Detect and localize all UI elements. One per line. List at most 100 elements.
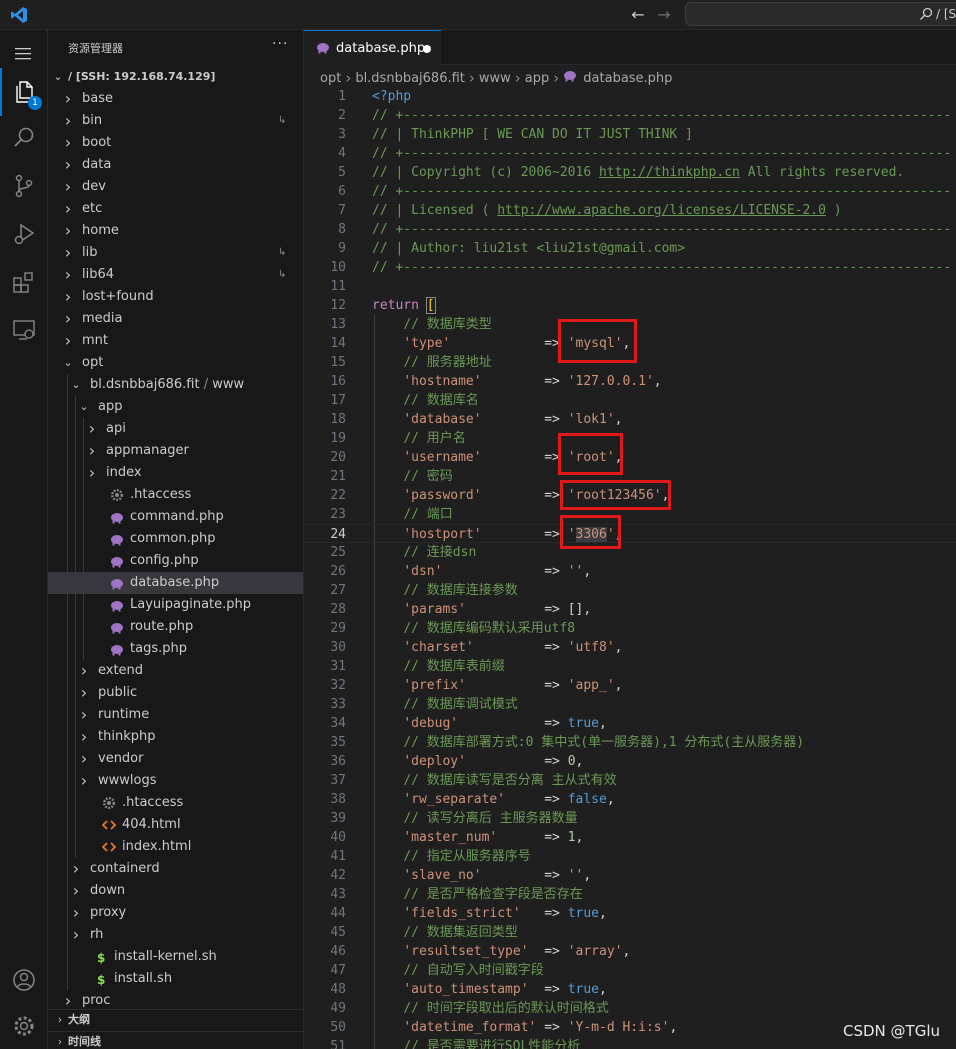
code-line[interactable]: 45 // 数据集返回类型: [304, 923, 956, 942]
timeline-section[interactable]: › 时间线: [48, 1031, 303, 1049]
tree-file[interactable]: database.php: [48, 572, 303, 594]
code-line[interactable]: 9 // | Author: liu21st <liu21st@gmail.com…: [304, 239, 956, 258]
tree-folder[interactable]: › proxy: [48, 902, 303, 924]
tree-folder[interactable]: › lib ↳: [48, 242, 303, 264]
code-line[interactable]: 39 // 读写分离后 主服务器数量: [304, 809, 956, 828]
code-line[interactable]: 42 'slave_no' => '',: [304, 866, 956, 885]
tree-folder[interactable]: › containerd: [48, 858, 303, 880]
tree-folder[interactable]: ⌄ bl.dsnbbaj686.fit / www: [48, 374, 303, 396]
tree-file[interactable]: .htaccess: [48, 484, 303, 506]
tree-file[interactable]: Layuipaginate.php: [48, 594, 303, 616]
code-line[interactable]: 30 'charset' => 'utf8',: [304, 638, 956, 657]
breadcrumb-item[interactable]: database.php: [583, 71, 672, 86]
forward-arrow-icon[interactable]: →: [654, 5, 674, 25]
search-icon[interactable]: [0, 114, 48, 162]
tree-file[interactable]: index.html: [48, 836, 303, 858]
tree-folder[interactable]: › data: [48, 154, 303, 176]
workspace-root[interactable]: ⌄ / [SSH: 192.168.74.129]: [48, 66, 303, 88]
code-line[interactable]: 4 // +-----------------------------------…: [304, 144, 956, 163]
tree-folder[interactable]: › base: [48, 88, 303, 110]
tree-folder[interactable]: › wwwlogs: [48, 770, 303, 792]
tree-folder[interactable]: › lost+found: [48, 286, 303, 308]
code-line[interactable]: 49 // 时间字段取出后的默认时间格式: [304, 999, 956, 1018]
tree-folder[interactable]: › thinkphp: [48, 726, 303, 748]
settings-gear-icon[interactable]: [0, 1002, 48, 1049]
tree-folder[interactable]: › bin ↳: [48, 110, 303, 132]
tree-folder[interactable]: › dev: [48, 176, 303, 198]
tree-folder[interactable]: › down: [48, 880, 303, 902]
account-icon[interactable]: [0, 956, 48, 1004]
tree-file[interactable]: 404.html: [48, 814, 303, 836]
code-line[interactable]: 2 // +-----------------------------------…: [304, 106, 956, 125]
more-actions-icon[interactable]: ···: [272, 36, 288, 52]
tree-file[interactable]: command.php: [48, 506, 303, 528]
tree-file[interactable]: $ install-kernel.sh: [48, 946, 303, 968]
tree-folder[interactable]: › public: [48, 682, 303, 704]
code-line[interactable]: 32 'prefix' => 'app_',: [304, 676, 956, 695]
code-line[interactable]: 19 // 用户名: [304, 429, 956, 448]
code-line[interactable]: 16 'hostname' => '127.0.0.1',: [304, 372, 956, 391]
code-line[interactable]: 29 // 数据库编码默认采用utf8: [304, 619, 956, 638]
code-line[interactable]: 11: [304, 277, 956, 296]
tree-folder[interactable]: › vendor: [48, 748, 303, 770]
tree-folder[interactable]: › home: [48, 220, 303, 242]
code-line[interactable]: 47 // 自动写入时间戳字段: [304, 961, 956, 980]
tree-folder[interactable]: › mnt: [48, 330, 303, 352]
code-line[interactable]: 7 // | Licensed ( http://www.apache.org/l…: [304, 201, 956, 220]
code-line[interactable]: 10 // +----------------------------------…: [304, 258, 956, 277]
remote-explorer-icon[interactable]: [0, 306, 48, 354]
code-line[interactable]: 3 // | ThinkPHP [ WE CAN DO IT JUST THINK…: [304, 125, 956, 144]
code-line[interactable]: 37 // 数据库读写是否分离 主从式有效: [304, 771, 956, 790]
back-arrow-icon[interactable]: ←: [628, 5, 648, 25]
code-line[interactable]: 43 // 是否严格检查字段是否存在: [304, 885, 956, 904]
tree-folder[interactable]: › media: [48, 308, 303, 330]
breadcrumb-item[interactable]: bl.dsnbbaj686.fit: [355, 71, 465, 86]
breadcrumb-item[interactable]: www: [479, 71, 511, 86]
unsaved-dot-icon[interactable]: [423, 45, 431, 53]
code-line[interactable]: 18 'database' => 'lok1',: [304, 410, 956, 429]
tree-folder[interactable]: › api: [48, 418, 303, 440]
code-line[interactable]: 20 'username' => 'root',: [304, 448, 956, 467]
tree-file[interactable]: $ install.sh: [48, 968, 303, 990]
breadcrumb-item[interactable]: app: [525, 71, 549, 86]
tree-file[interactable]: config.php: [48, 550, 303, 572]
code-line[interactable]: 8 // +-----------------------------------…: [304, 220, 956, 239]
code-view[interactable]: 1 <?php 2 // +-----------------------------…: [304, 87, 956, 1049]
extensions-icon[interactable]: [0, 258, 48, 306]
code-line[interactable]: 6 // +-----------------------------------…: [304, 182, 956, 201]
tree-folder[interactable]: › appmanager: [48, 440, 303, 462]
code-line[interactable]: 31 // 数据库表前缀: [304, 657, 956, 676]
tree-folder[interactable]: › index: [48, 462, 303, 484]
code-line[interactable]: 12 return [: [304, 296, 956, 315]
tree-folder[interactable]: › extend: [48, 660, 303, 682]
tree-file[interactable]: route.php: [48, 616, 303, 638]
code-line[interactable]: 34 'debug' => true,: [304, 714, 956, 733]
code-line[interactable]: 48 'auto_timestamp' => true,: [304, 980, 956, 999]
tree-folder[interactable]: › lib64 ↳: [48, 264, 303, 286]
code-line[interactable]: 46 'resultset_type' => 'array',: [304, 942, 956, 961]
code-line[interactable]: 5 // | Copyright (c) 2006~2016 http://thi…: [304, 163, 956, 182]
code-line[interactable]: 44 'fields_strict' => true,: [304, 904, 956, 923]
code-line[interactable]: 1 <?php: [304, 87, 956, 106]
code-line[interactable]: 26 'dsn' => '',: [304, 562, 956, 581]
command-center[interactable]: / [SS: [685, 2, 956, 26]
tree-file[interactable]: tags.php: [48, 638, 303, 660]
tab-database-php[interactable]: database.php: [304, 30, 441, 65]
tree-folder[interactable]: › etc: [48, 198, 303, 220]
code-line[interactable]: 40 'master_num' => 1,: [304, 828, 956, 847]
code-line[interactable]: 17 // 数据库名: [304, 391, 956, 410]
tree-folder[interactable]: ⌄ opt: [48, 352, 303, 374]
code-line[interactable]: 38 'rw_separate' => false,: [304, 790, 956, 809]
code-line[interactable]: 35 // 数据库部署方式:0 集中式(单一服务器),1 分布式(主从服务器): [304, 733, 956, 752]
tree-folder[interactable]: ⌄ app: [48, 396, 303, 418]
code-line[interactable]: 28 'params' => [],: [304, 600, 956, 619]
explorer-icon[interactable]: 1: [0, 68, 48, 116]
breadcrumb-item[interactable]: opt: [320, 71, 341, 86]
code-line[interactable]: 36 'deploy' => 0,: [304, 752, 956, 771]
code-line[interactable]: 25 // 连接dsn: [304, 543, 956, 562]
tree-file[interactable]: common.php: [48, 528, 303, 550]
tree-folder[interactable]: › rh: [48, 924, 303, 946]
outline-section[interactable]: › 大纲: [48, 1009, 303, 1031]
code-line[interactable]: 41 // 指定从服务器序号: [304, 847, 956, 866]
source-control-icon[interactable]: [0, 162, 48, 210]
